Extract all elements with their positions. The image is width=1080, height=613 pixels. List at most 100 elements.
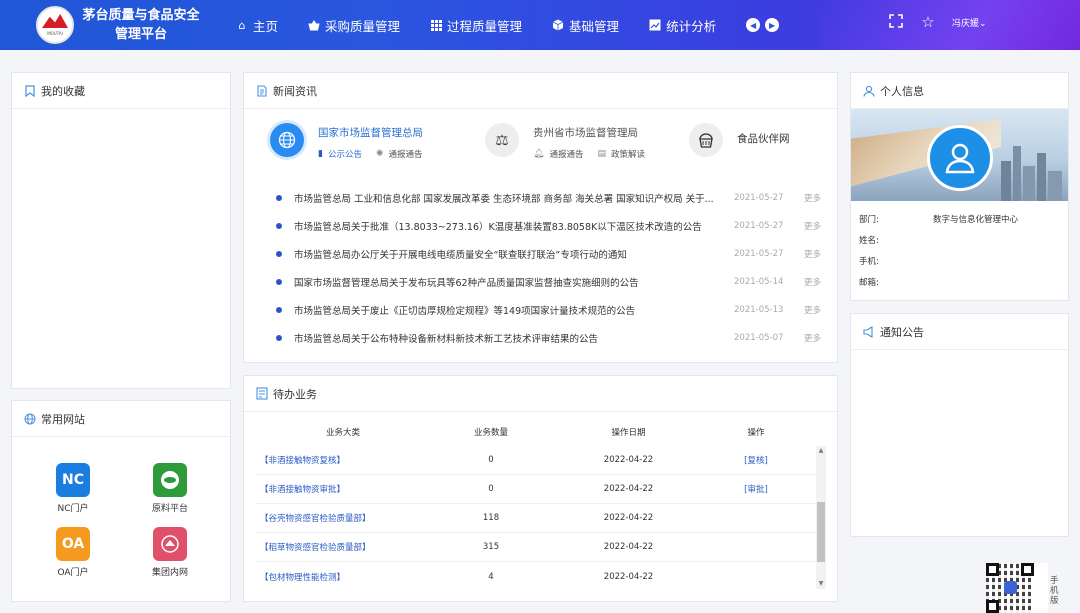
- source-samr[interactable]: 国家市场监督管理总局 ▮ 公示公告 ✺ 通报通告: [270, 123, 437, 160]
- table-header: 业务大类 业务数量 操作日期 操作: [256, 418, 826, 446]
- news-title[interactable]: 国家市场监督管理总局关于发布玩具等62种产品质量国家监督抽查实施细则的公告: [294, 275, 724, 289]
- user-menu[interactable]: 冯庆媛⌄: [952, 16, 987, 29]
- main-nav: ⌂ 主页 采购质量管理 过程质量管理 基础管理 统计分析 ◀ ▶: [236, 0, 784, 50]
- nav-purchase-quality[interactable]: 采购质量管理: [308, 16, 400, 35]
- phone-label: 手机:: [859, 257, 879, 267]
- chevron-down-icon: ⌄: [979, 18, 987, 29]
- row-date: 2022-04-22: [603, 571, 654, 582]
- more-link[interactable]: 更多: [804, 332, 821, 344]
- profile-header: 个人信息: [851, 73, 1068, 109]
- document-icon: [256, 84, 268, 97]
- row-category[interactable]: 【包材物理性能检测】: [256, 571, 426, 583]
- oa-portal-icon: OA: [56, 527, 90, 561]
- clipboard-icon: ▮: [318, 149, 323, 159]
- news-item[interactable]: 市场监管总局关于批准（13.8033~273.16）K温度基准装置83.8058…: [276, 212, 828, 240]
- scales-icon: ⚖: [485, 123, 519, 157]
- table-row: 【稻草物资感官检验质量部】 315 2022-04-22: [256, 533, 826, 562]
- nav-process-quality[interactable]: 过程质量管理: [430, 16, 522, 35]
- row-count: 315: [482, 542, 500, 552]
- source-sub-announcement[interactable]: ▮ 公示公告: [318, 148, 362, 160]
- user-icon: [863, 84, 875, 97]
- home-icon: ⌂: [238, 18, 246, 32]
- site-group-intranet[interactable]: 集团内网: [145, 527, 195, 578]
- profile-info: 部门: 数字与信息化管理中心 姓名: 手机: 邮箱:: [859, 213, 1018, 297]
- nav-home[interactable]: ⌂ 主页: [236, 16, 279, 35]
- scroll-up-icon[interactable]: ▲: [816, 446, 826, 456]
- avatar: [927, 125, 993, 191]
- source-name: 食品伙伴网: [737, 133, 790, 145]
- table-scrollbar[interactable]: ▲ ▼: [816, 446, 826, 589]
- source-sub-notice[interactable]: 🔔︎ 通报通告: [533, 148, 583, 160]
- qr-logo-icon: [1004, 581, 1017, 594]
- review-button[interactable]: [复核]: [701, 454, 811, 466]
- bullet-icon: [276, 279, 282, 285]
- star-icon[interactable]: ☆: [920, 14, 936, 30]
- row-count: 118: [482, 513, 500, 523]
- source-name: 国家市场监督管理总局: [318, 127, 423, 139]
- col-category: 业务大类: [325, 428, 360, 438]
- row-date: 2022-04-22: [603, 455, 654, 465]
- nav-basic-management[interactable]: 基础管理: [552, 16, 619, 35]
- nav-next-button[interactable]: ▶: [765, 18, 780, 32]
- name-label: 姓名:: [859, 236, 879, 246]
- dept-value: 数字与信息化管理中心: [933, 215, 1019, 225]
- more-link[interactable]: 更多: [804, 220, 821, 232]
- scroll-down-icon[interactable]: ▼: [816, 579, 826, 589]
- bullet-icon: [276, 307, 282, 313]
- more-link[interactable]: 更多: [804, 276, 821, 288]
- news-item[interactable]: 市场监管总局关于废止《正切齿厚规检定规程》等149项国家计量技术规范的公告 20…: [276, 296, 828, 324]
- news-title[interactable]: 市场监管总局办公厅关于开展电线电缆质量安全“联查联打联治”专项行动的通知: [294, 247, 724, 261]
- globe-icon: [24, 412, 36, 425]
- news-title[interactable]: 市场监管总局关于批准（13.8033~273.16）K温度基准装置83.8058…: [294, 219, 724, 233]
- table-row: 【包材物理性能检测】 4 2022-04-22: [256, 562, 826, 591]
- cube-icon: [552, 19, 564, 31]
- news-header: 新闻资讯: [244, 73, 837, 109]
- news-date: 2021-05-07: [734, 333, 784, 343]
- row-category[interactable]: 【稻草物资感官检验质量部】: [256, 541, 426, 553]
- news-item[interactable]: 市场监管总局关于公布特种设备新材料新技术新工艺技术评审结果的公告 2021-05…: [276, 324, 828, 352]
- source-foodmate[interactable]: 食品伙伴网: [689, 123, 790, 157]
- chart-icon: [649, 19, 661, 31]
- site-nc-portal[interactable]: NC NC门户: [48, 463, 98, 514]
- news-date: 2021-05-14: [734, 277, 784, 287]
- site-oa-portal[interactable]: OA OA门户: [48, 527, 98, 578]
- approve-button[interactable]: [审批]: [701, 483, 811, 495]
- app-title: 茅台质量与食品安全 管理平台: [82, 8, 200, 42]
- scroll-thumb[interactable]: [817, 502, 825, 562]
- header-tools: ☆ 冯庆媛⌄: [888, 14, 987, 30]
- news-item[interactable]: 国家市场监督管理总局关于发布玩具等62种产品质量国家监督抽查实施细则的公告 20…: [276, 268, 828, 296]
- row-category[interactable]: 【谷壳物资感官检验质量部】: [256, 512, 426, 524]
- row-count: 0: [488, 455, 494, 465]
- todo-header: 待办业务: [244, 376, 837, 412]
- source-sub-policy[interactable]: ▤ 政策解读: [597, 148, 645, 160]
- nav-statistics[interactable]: 统计分析: [649, 16, 716, 35]
- news-item[interactable]: 市场监管总局办公厅关于开展电线电缆质量安全“联查联打联治”专项行动的通知 202…: [276, 240, 828, 268]
- qr-code: [986, 563, 1048, 613]
- row-category[interactable]: 【非酒接触物资复核】: [256, 454, 426, 466]
- news-title[interactable]: 市场监管总局关于公布特种设备新材料新技术新工艺技术评审结果的公告: [294, 331, 724, 345]
- table-row: 【非酒接触物资复核】 0 2022-04-22 [复核]: [256, 446, 826, 475]
- news-title[interactable]: 市场监管总局关于废止《正切齿厚规检定规程》等149项国家计量技术规范的公告: [294, 303, 724, 317]
- source-sub-notice[interactable]: ✺ 通报通告: [376, 148, 423, 160]
- fullscreen-icon[interactable]: [888, 14, 904, 30]
- bell-icon: 🔔︎: [533, 149, 545, 159]
- news-title[interactable]: 市场监管总局 工业和信息化部 国家发展改革委 生态环境部 商务部 海关总署 国家…: [294, 191, 724, 205]
- row-category[interactable]: 【非酒接触物资审批】: [256, 483, 426, 495]
- cake-icon: [689, 123, 723, 157]
- more-link[interactable]: 更多: [804, 192, 821, 204]
- mobile-version-link[interactable]: 手机版: [1050, 576, 1062, 606]
- nav-prev-button[interactable]: ◀: [746, 18, 761, 32]
- col-date: 操作日期: [611, 428, 646, 438]
- news-panel: 新闻资讯 国家市场监督管理总局 ▮ 公示公告 ✺ 通报通告 ⚖ 贵州省市场监督管理局…: [243, 72, 838, 363]
- row-count: 0: [488, 484, 494, 494]
- more-link[interactable]: 更多: [804, 248, 821, 260]
- source-guizhou[interactable]: ⚖ 贵州省市场监督管理局 🔔︎ 通报通告 ▤ 政策解读: [485, 123, 659, 160]
- top-header: MOUTAI 茅台质量与食品安全 管理平台 ⌂ 主页 采购质量管理 过程质量管理…: [0, 0, 1080, 50]
- more-link[interactable]: 更多: [804, 304, 821, 316]
- book-icon: ▤: [597, 149, 606, 159]
- brand-logo: MOUTAI: [36, 6, 74, 44]
- site-raw-material-platform[interactable]: 原料平台: [145, 463, 195, 514]
- news-item[interactable]: 市场监管总局 工业和信息化部 国家发展改革委 生态环境部 商务部 海关总署 国家…: [276, 184, 828, 212]
- news-list: 市场监管总局 工业和信息化部 国家发展改革委 生态环境部 商务部 海关总署 国家…: [276, 184, 828, 352]
- profile-panel: 个人信息 部门: 数字与信息化管理中心 姓名: 手机: 邮箱:: [850, 72, 1069, 301]
